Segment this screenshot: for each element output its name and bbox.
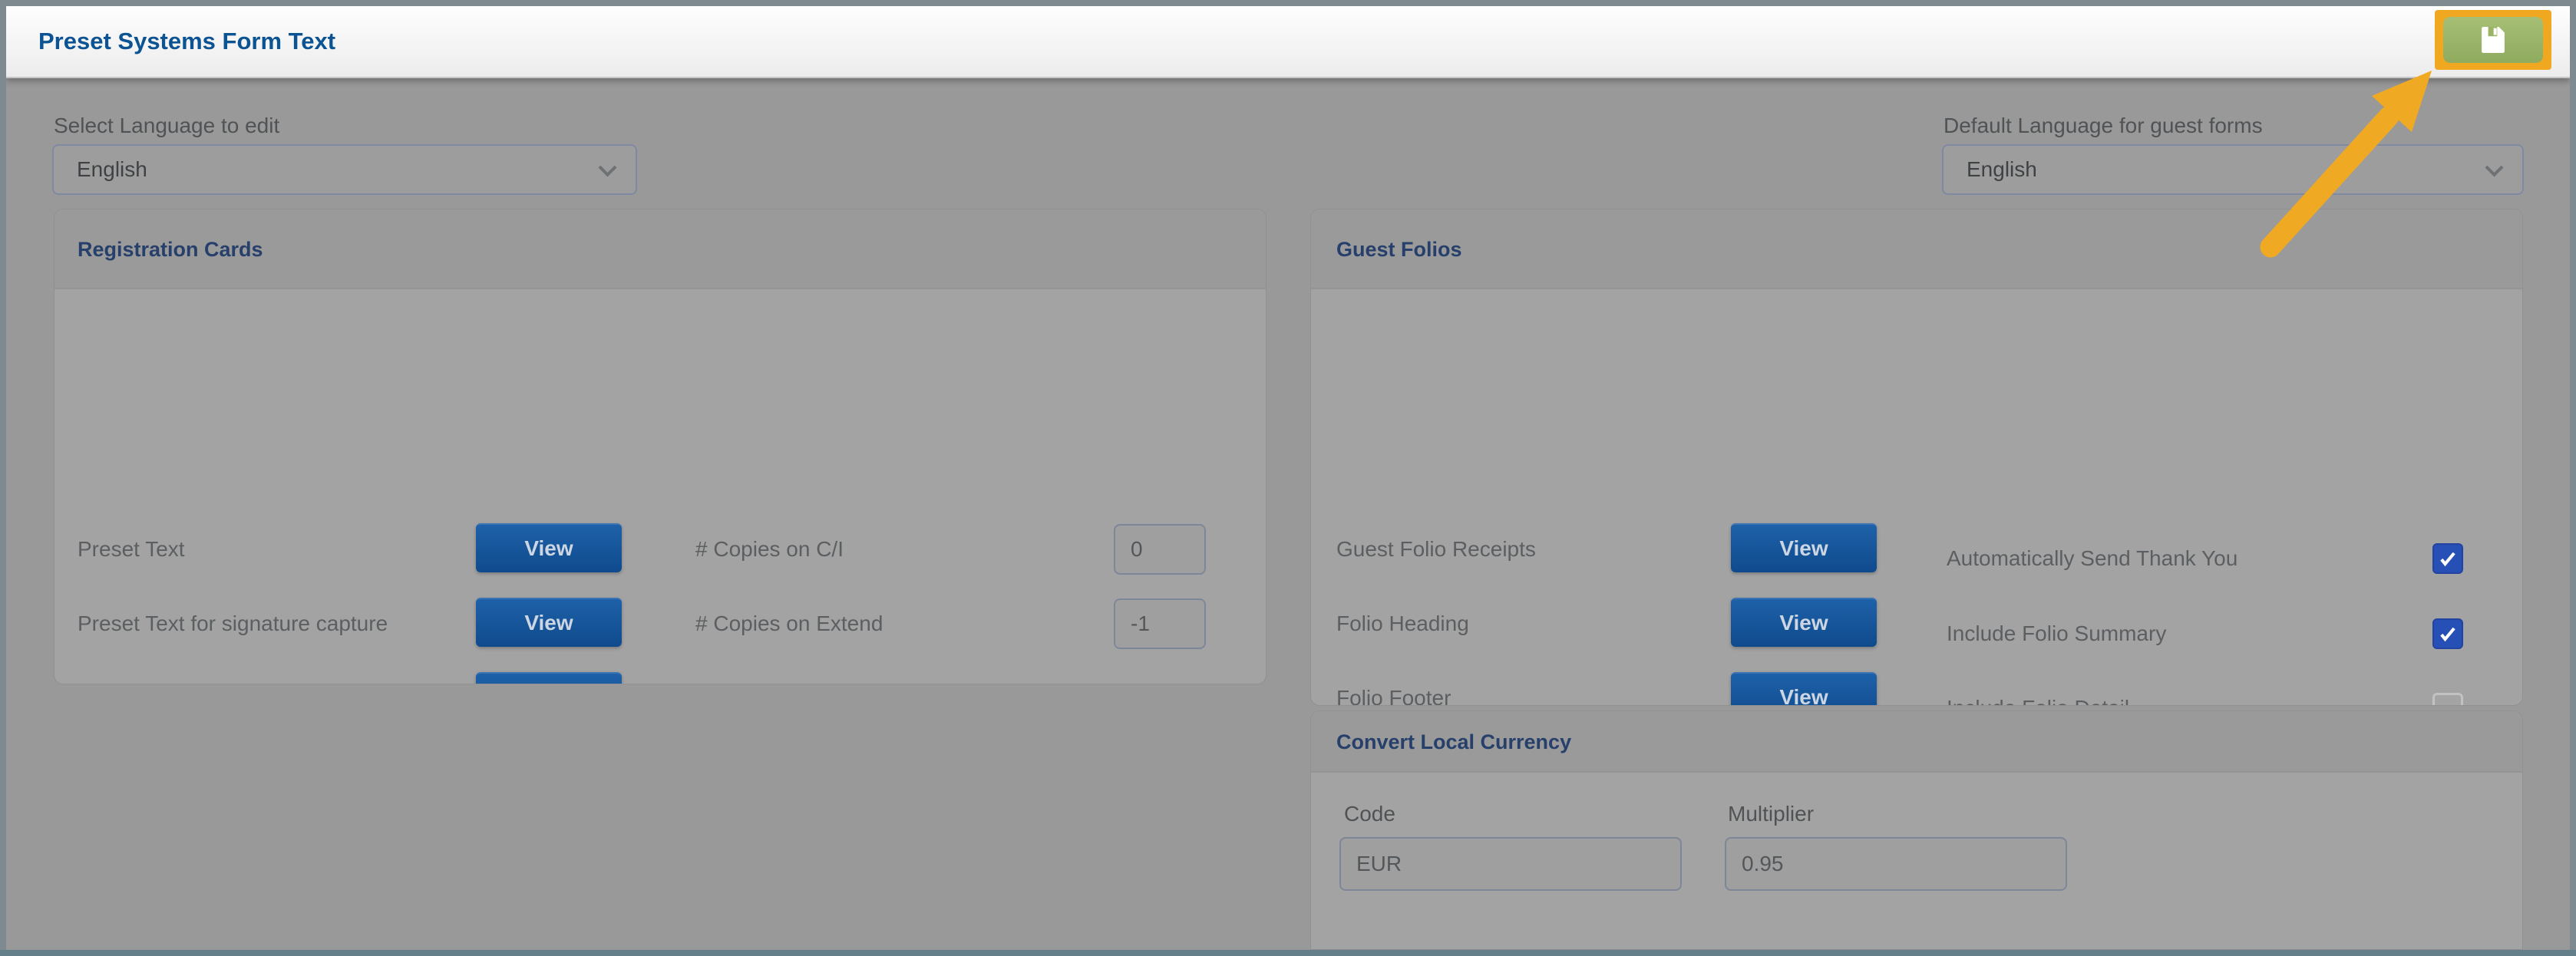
save-floppy-icon — [2482, 27, 2505, 53]
folio-heading-view-button[interactable]: View — [1731, 598, 1877, 647]
currency-multiplier-label: Multiplier — [1728, 802, 1814, 826]
include-folio-summary-checkbox[interactable] — [2432, 618, 2463, 649]
preset-systems-form-screen: Preset Systems Form Text Select Language… — [0, 0, 2576, 956]
default-language-label: Default Language for guest forms — [1944, 114, 2263, 138]
copies-ci-label: # Copies on C/I — [695, 537, 844, 562]
window-frame — [0, 0, 6, 956]
guest-folios-panel: Guest Folios Guest Folio Receipts View F… — [1310, 209, 2523, 706]
guest-folios-header: Guest Folios — [1311, 209, 2522, 289]
window-frame — [2570, 0, 2576, 956]
copies-ci-input[interactable] — [1114, 524, 1206, 575]
select-language-dropdown[interactable]: English — [52, 144, 637, 195]
currency-multiplier-input[interactable] — [1725, 837, 2067, 891]
preset-text-view-button[interactable]: View — [476, 523, 622, 572]
currency-code-label: Code — [1344, 802, 1395, 826]
include-folio-detail-label: Include Folio Detail — [1947, 696, 2129, 706]
save-button[interactable] — [2443, 17, 2543, 63]
registration-cards-panel: Registration Cards Preset Text View Pres… — [54, 209, 1267, 684]
guest-folios-title: Guest Folios — [1336, 209, 1462, 289]
registration-cards-title: Registration Cards — [78, 209, 263, 289]
convert-local-currency-panel: Convert Local Currency Code Multiplier — [1310, 710, 2523, 950]
chevron-down-icon — [2485, 158, 2503, 176]
window-frame — [0, 0, 2576, 6]
guest-folio-receipts-view-button[interactable]: View — [1731, 523, 1877, 572]
window-frame — [0, 950, 2576, 956]
folio-heading-label: Folio Heading — [1336, 612, 1469, 636]
copies-extend-input[interactable] — [1114, 598, 1206, 649]
include-folio-detail-checkbox[interactable] — [2432, 693, 2463, 706]
header-bar: Preset Systems Form Text — [6, 6, 2570, 78]
footer-text-view-button[interactable]: View — [476, 672, 622, 684]
copies-extend-label: # Copies on Extend — [695, 612, 883, 636]
auto-send-thank-you-label: Automatically Send Thank You — [1947, 546, 2237, 571]
select-language-value: English — [77, 146, 147, 193]
currency-code-input[interactable] — [1339, 837, 1682, 891]
convert-local-currency-title: Convert Local Currency — [1336, 711, 1571, 773]
preset-text-signature-view-button[interactable]: View — [476, 598, 622, 647]
guest-folio-receipts-label: Guest Folio Receipts — [1336, 537, 1536, 562]
default-language-value: English — [1967, 146, 2037, 193]
registration-cards-header: Registration Cards — [54, 209, 1266, 289]
default-language-dropdown[interactable]: English — [1942, 144, 2524, 195]
folio-footer-view-button[interactable]: View — [1731, 672, 1877, 706]
preset-text-label: Preset Text — [78, 537, 185, 562]
save-button-highlight — [2435, 10, 2551, 70]
folio-footer-label: Folio Footer — [1336, 686, 1451, 706]
preset-text-signature-label: Preset Text for signature capture — [78, 612, 388, 636]
select-language-label: Select Language to edit — [54, 114, 279, 138]
page-title: Preset Systems Form Text — [38, 6, 335, 77]
chevron-down-icon — [598, 158, 616, 176]
convert-local-currency-header: Convert Local Currency — [1311, 711, 2522, 773]
include-folio-summary-label: Include Folio Summary — [1947, 621, 2166, 646]
auto-send-thank-you-checkbox[interactable] — [2432, 543, 2463, 574]
